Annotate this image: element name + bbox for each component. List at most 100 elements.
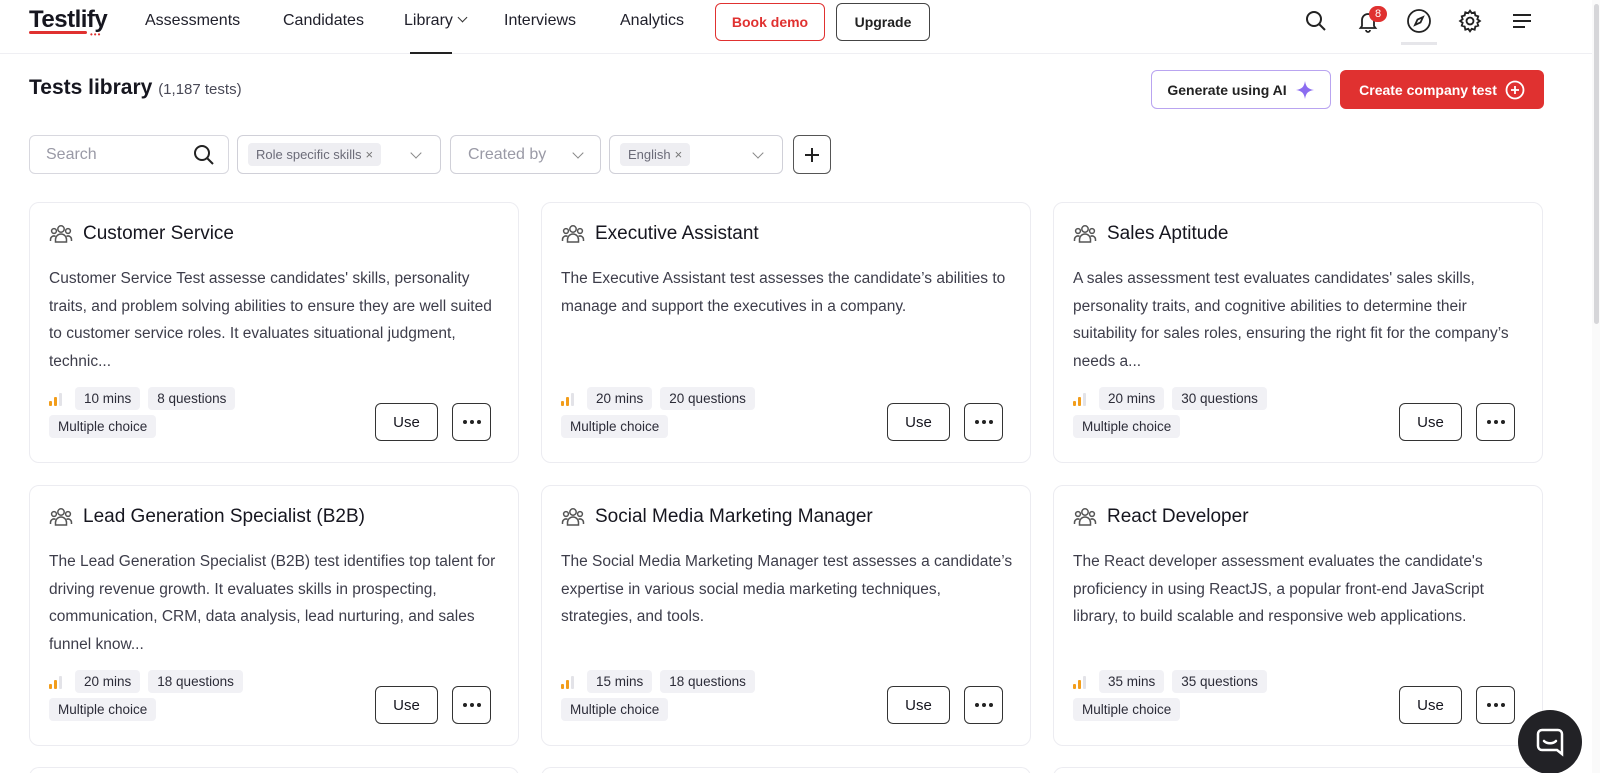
chip-label: English: [628, 147, 671, 162]
more-dot: [469, 703, 474, 707]
use-test-button[interactable]: Use: [375, 403, 438, 441]
book-demo-button[interactable]: Book demo: [715, 3, 825, 41]
card-title[interactable]: Sales Aptitude: [1107, 223, 1228, 245]
tests-count: (1,187 tests): [158, 81, 242, 98]
search-input[interactable]: [46, 145, 176, 164]
more-dot: [476, 703, 481, 707]
language-filter[interactable]: English ×: [609, 135, 783, 174]
use-test-button[interactable]: Use: [1399, 403, 1462, 441]
add-filter-button[interactable]: [793, 135, 831, 174]
filter-chip-english: English ×: [620, 143, 691, 166]
more-options-button[interactable]: [1476, 686, 1515, 724]
test-card[interactable]: Social Media Marketing Manager The Socia…: [541, 485, 1031, 746]
difficulty-icon: [561, 392, 575, 406]
use-test-button[interactable]: Use: [375, 686, 438, 724]
chat-launcher-button[interactable]: [1518, 710, 1582, 773]
nav-candidates[interactable]: Candidates: [283, 12, 364, 30]
questions-badge: 18 questions: [148, 670, 243, 693]
duration-badge: 15 mins: [587, 670, 653, 693]
card-title-row: Sales Aptitude: [1073, 223, 1228, 245]
chip-label: Role specific skills: [256, 147, 362, 162]
more-options-button[interactable]: [964, 403, 1003, 441]
more-options-button[interactable]: [452, 403, 491, 441]
use-test-button[interactable]: Use: [887, 403, 950, 441]
people-icon: [49, 225, 73, 243]
card-title[interactable]: Executive Assistant: [595, 223, 759, 245]
card-description: The Lead Generation Specialist (B2B) tes…: [49, 553, 496, 653]
close-icon[interactable]: ×: [675, 147, 683, 162]
created-by-placeholder: Created by: [468, 145, 547, 163]
menu-icon[interactable]: [1507, 6, 1537, 36]
card-title[interactable]: React Developer: [1107, 506, 1249, 528]
search-icon[interactable]: [192, 143, 216, 167]
people-icon: [561, 225, 585, 243]
card-description: Customer Service Test assesse candidates…: [49, 270, 492, 370]
more-dot: [988, 420, 993, 424]
search-icon[interactable]: [1301, 6, 1331, 36]
card-meta: 20 mins 20 questions: [561, 387, 755, 410]
use-test-button[interactable]: Use: [1399, 686, 1462, 724]
card-type-row: Multiple choice: [49, 415, 157, 438]
more-dot: [988, 703, 993, 707]
more-dot: [462, 420, 467, 424]
use-test-button[interactable]: Use: [887, 686, 950, 724]
more-options-button[interactable]: [964, 686, 1003, 724]
card-title[interactable]: Lead Generation Specialist (B2B): [83, 506, 365, 528]
create-company-test-button[interactable]: Create company test: [1340, 70, 1544, 109]
difficulty-icon: [561, 675, 575, 689]
more-dot: [462, 703, 467, 707]
question-type-badge: Multiple choice: [49, 415, 157, 438]
card-meta: 15 mins 18 questions: [561, 670, 755, 693]
difficulty-icon: [1073, 675, 1087, 689]
test-type-filter[interactable]: Role specific skills ×: [237, 135, 441, 174]
generate-ai-label: Generate using AI: [1167, 81, 1287, 98]
chevron-down-icon: [572, 147, 584, 159]
chevron-down-icon: [410, 147, 422, 159]
scrollbar-thumb[interactable]: [1594, 4, 1599, 324]
question-type-badge: Multiple choice: [561, 698, 669, 721]
more-options-button[interactable]: [452, 686, 491, 724]
nav-assessments[interactable]: Assessments: [145, 12, 240, 30]
card-title-row: Executive Assistant: [561, 223, 759, 245]
questions-badge: 35 questions: [1172, 670, 1267, 693]
card-type-row: Multiple choice: [1073, 415, 1181, 438]
test-card[interactable]: Customer Service Customer Service Test a…: [29, 202, 519, 463]
more-dot: [1486, 420, 1491, 424]
card-meta: 20 mins 18 questions: [49, 670, 243, 693]
test-card[interactable]: React Developer The React developer asse…: [1053, 485, 1543, 746]
upgrade-button[interactable]: Upgrade: [836, 3, 930, 41]
question-type-badge: Multiple choice: [49, 698, 157, 721]
compass-active-indicator: [1401, 42, 1437, 45]
test-card[interactable]: Executive Assistant The Executive Assist…: [541, 202, 1031, 463]
question-type-badge: Multiple choice: [1073, 415, 1181, 438]
nav-analytics[interactable]: Analytics: [620, 12, 684, 30]
nav-interviews[interactable]: Interviews: [504, 12, 576, 30]
questions-badge: 30 questions: [1172, 387, 1267, 410]
plus-circle-icon: [1505, 80, 1525, 99]
close-icon[interactable]: ×: [365, 147, 373, 162]
card-title-row: Lead Generation Specialist (B2B): [49, 506, 365, 528]
card-title[interactable]: Customer Service: [83, 223, 234, 245]
question-type-badge: Multiple choice: [561, 415, 669, 438]
nav-active-indicator: [410, 52, 452, 54]
generate-ai-button[interactable]: Generate using AI: [1151, 70, 1331, 109]
nav-library[interactable]: Library: [404, 12, 468, 30]
card-title[interactable]: Social Media Marketing Manager: [595, 506, 873, 528]
test-card[interactable]: Lead Generation Specialist (B2B) The Lea…: [29, 485, 519, 746]
created-by-filter[interactable]: Created by: [450, 135, 601, 174]
filter-chip-role-skills: Role specific skills ×: [248, 143, 382, 166]
more-dot: [981, 420, 986, 424]
card-meta: 10 mins 8 questions: [49, 387, 236, 410]
nav-library-label: Library: [404, 12, 453, 29]
more-dot: [1493, 703, 1498, 707]
more-dot: [1493, 420, 1498, 424]
top-navigation: Testlify ••• Assessments Candidates Libr…: [0, 0, 1600, 54]
more-dot: [974, 703, 979, 707]
questions-badge: 18 questions: [660, 670, 755, 693]
bell-icon[interactable]: 8: [1353, 6, 1387, 36]
more-options-button[interactable]: [1476, 403, 1515, 441]
gear-icon[interactable]: [1455, 6, 1485, 36]
compass-icon[interactable]: [1404, 6, 1434, 36]
test-card[interactable]: Sales Aptitude A sales assessment test e…: [1053, 202, 1543, 463]
page-title: Tests library (1,187 tests): [29, 76, 242, 100]
